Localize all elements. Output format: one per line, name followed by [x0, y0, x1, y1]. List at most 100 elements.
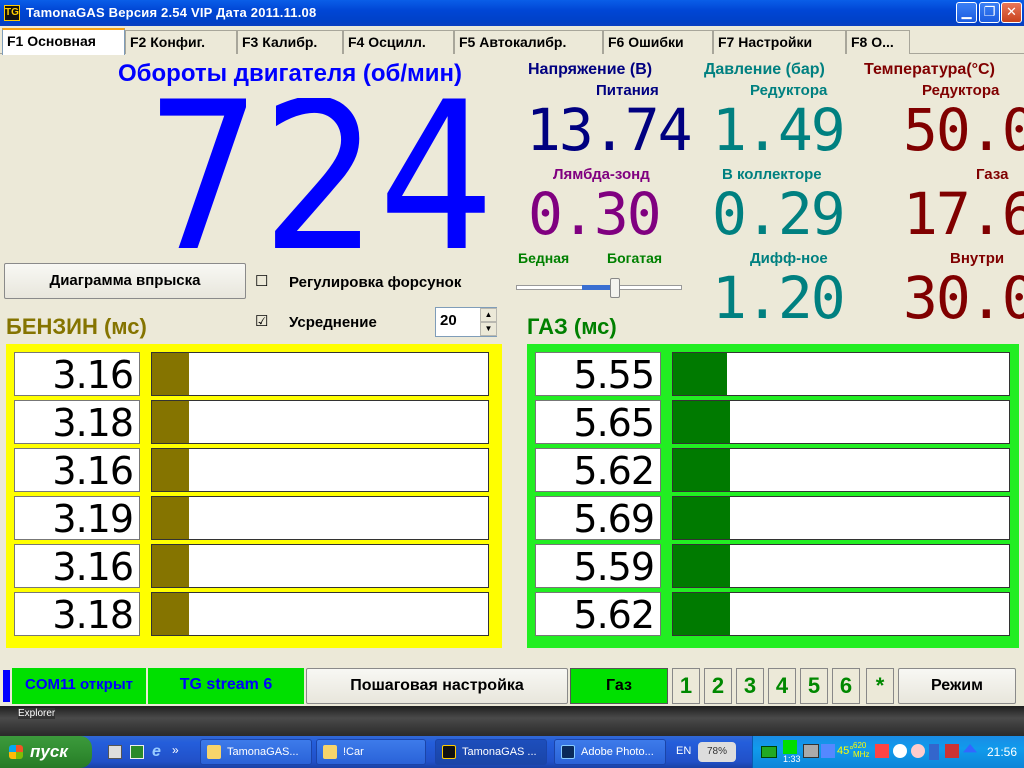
- app-icon: TG: [4, 5, 20, 21]
- tray-flag-icon[interactable]: [783, 740, 797, 754]
- petrol-row: 3.18: [14, 400, 494, 445]
- tab-main[interactable]: F1 Основная: [2, 28, 125, 55]
- tray-app-icon[interactable]: [875, 744, 889, 758]
- folder-icon: [323, 745, 337, 759]
- cylinder-6-button[interactable]: 6: [832, 668, 860, 704]
- petrol-injection-bar: [151, 544, 489, 588]
- petrol-injection-bar: [151, 496, 489, 540]
- tab-autocalibration[interactable]: F5 Автокалибр.: [454, 30, 603, 54]
- tab-errors[interactable]: F6 Ошибки: [603, 30, 713, 54]
- petrol-injection-bar-fill: [152, 353, 189, 395]
- gas-row: 5.65: [535, 400, 1011, 445]
- task-folder-tamonagas[interactable]: TamonaGAS...: [200, 739, 312, 765]
- gas-row: 5.59: [535, 544, 1011, 589]
- temperature-header: Температура(°C): [864, 61, 995, 78]
- tray-monitor-icon[interactable]: [803, 744, 819, 758]
- taskbar: пуск e » TamonaGAS... !Car TamonaGAS ...…: [0, 736, 1024, 768]
- diff-pressure-value: 1.20: [712, 264, 846, 332]
- tab-oscilloscope[interactable]: F4 Осцилл.: [343, 30, 454, 54]
- tray-app-icon-3[interactable]: [911, 744, 925, 758]
- lambda-slider-thumb[interactable]: [610, 278, 620, 298]
- tray-security-icon[interactable]: [945, 744, 959, 758]
- petrol-row: 3.18: [14, 592, 494, 637]
- all-cylinders-button[interactable]: *: [866, 668, 894, 704]
- tray-app-icon-2[interactable]: [893, 744, 907, 758]
- gas-row: 5.62: [535, 592, 1011, 637]
- petrol-injection-bar: [151, 592, 489, 636]
- start-button[interactable]: пуск: [0, 736, 92, 768]
- gas-injection-bar: [672, 544, 1010, 588]
- language-indicator[interactable]: EN: [676, 745, 691, 757]
- quicklaunch-app-icon[interactable]: [130, 745, 144, 759]
- task-folder-car[interactable]: !Car: [316, 739, 426, 765]
- averaging-spinner[interactable]: 20 ▲ ▼: [435, 307, 497, 337]
- gas-injection-bar-fill: [673, 353, 727, 395]
- reducer-pressure-value: 1.49: [712, 96, 846, 164]
- quicklaunch-save-icon[interactable]: [108, 745, 122, 759]
- lambda-slider[interactable]: [516, 278, 682, 298]
- gas-injection-bar: [672, 448, 1010, 492]
- quicklaunch-more-icon[interactable]: »: [172, 743, 179, 757]
- battery-indicator[interactable]: 78%: [698, 742, 736, 762]
- internet-explorer-icon[interactable]: e: [152, 743, 161, 761]
- cylinder-1-button[interactable]: 1: [672, 668, 700, 704]
- windows-logo-icon: [9, 745, 23, 759]
- pressure-header: Давление (бар): [704, 61, 825, 78]
- gas-injection-time: 5.65: [535, 400, 661, 445]
- spinner-up-icon[interactable]: ▲: [480, 308, 497, 322]
- tab-calibration[interactable]: F3 Калибр.: [237, 30, 343, 54]
- close-button[interactable]: ✕: [1001, 2, 1022, 23]
- restore-button[interactable]: ❐: [979, 2, 1000, 23]
- averaging-checkbox[interactable]: ☑: [255, 314, 268, 330]
- lean-label: Бедная: [518, 250, 570, 266]
- task-tamonagas-app[interactable]: TamonaGAS ...: [435, 739, 547, 765]
- voltage-header: Напряжение (В): [528, 61, 653, 78]
- injector-adjust-checkbox[interactable]: ☐: [255, 274, 268, 290]
- step-setup-button[interactable]: Пошаговая настройка: [306, 668, 568, 704]
- tray-safely-remove-icon[interactable]: [963, 744, 977, 753]
- petrol-injection-time: 3.16: [14, 448, 140, 493]
- lambda-slider-range: [582, 285, 610, 290]
- petrol-injection-time: 3.16: [14, 544, 140, 589]
- petrol-injection-bar: [151, 448, 489, 492]
- task-photoshop[interactable]: Adobe Photo...: [554, 739, 666, 765]
- rpm-title: Обороты двигателя (об/мин): [118, 60, 463, 87]
- mode-button[interactable]: Режим: [898, 668, 1016, 704]
- rpm-digits: 724: [145, 98, 495, 252]
- gas-injection-bar: [672, 592, 1010, 636]
- clock[interactable]: 21:56: [987, 745, 1017, 759]
- tab-settings[interactable]: F7 Настройки: [713, 30, 846, 54]
- tray-network-icon[interactable]: [761, 746, 777, 758]
- rpm-display: 724: [138, 98, 502, 252]
- cylinder-3-button[interactable]: 3: [736, 668, 764, 704]
- com-status: COM11 открыт: [12, 668, 146, 704]
- supply-value: 13.74: [526, 96, 693, 164]
- tab-about[interactable]: F8 О...: [846, 30, 910, 54]
- spinner-down-icon[interactable]: ▼: [480, 322, 497, 336]
- injector-adjust-label: Регулировка форсунок: [289, 274, 462, 291]
- petrol-injection-time: 3.18: [14, 592, 140, 637]
- desktop-strip: Explorer: [0, 706, 1024, 736]
- gas-row: 5.69: [535, 496, 1011, 541]
- tray-speaker-icon[interactable]: [821, 744, 835, 758]
- minimize-button[interactable]: ▁: [956, 2, 977, 23]
- title-bar[interactable]: TG TamonaGAS Версия 2.54 VIP Дата 2011.1…: [0, 0, 1024, 26]
- hidden-window-label: Explorer: [18, 708, 56, 719]
- petrol-injection-bar-fill: [152, 401, 189, 443]
- gas-injection-time: 5.55: [535, 352, 661, 397]
- tab-config[interactable]: F2 Конфиг.: [125, 30, 237, 54]
- injection-diagram-button[interactable]: Диаграмма впрыска: [4, 263, 246, 299]
- gas-row: 5.62: [535, 448, 1011, 493]
- tray-battery-icon[interactable]: [929, 744, 939, 760]
- window-title: TamonaGAS Версия 2.54 VIP Дата 2011.11.0…: [26, 5, 317, 20]
- tab-strip: F1 Основная F2 Конфиг. F3 Калибр. F4 Осц…: [0, 28, 1024, 55]
- cylinder-5-button[interactable]: 5: [800, 668, 828, 704]
- main-window: TG TamonaGAS Версия 2.54 VIP Дата 2011.1…: [0, 0, 1024, 736]
- petrol-title: БЕНЗИН (мс): [6, 314, 147, 339]
- petrol-row: 3.16: [14, 352, 494, 397]
- cylinder-2-button[interactable]: 2: [704, 668, 732, 704]
- petrol-row: 3.19: [14, 496, 494, 541]
- petrol-row: 3.16: [14, 448, 494, 493]
- gas-panel: 5.55 5.65 5.62 5.69 5.59 5.62: [527, 344, 1019, 648]
- cylinder-4-button[interactable]: 4: [768, 668, 796, 704]
